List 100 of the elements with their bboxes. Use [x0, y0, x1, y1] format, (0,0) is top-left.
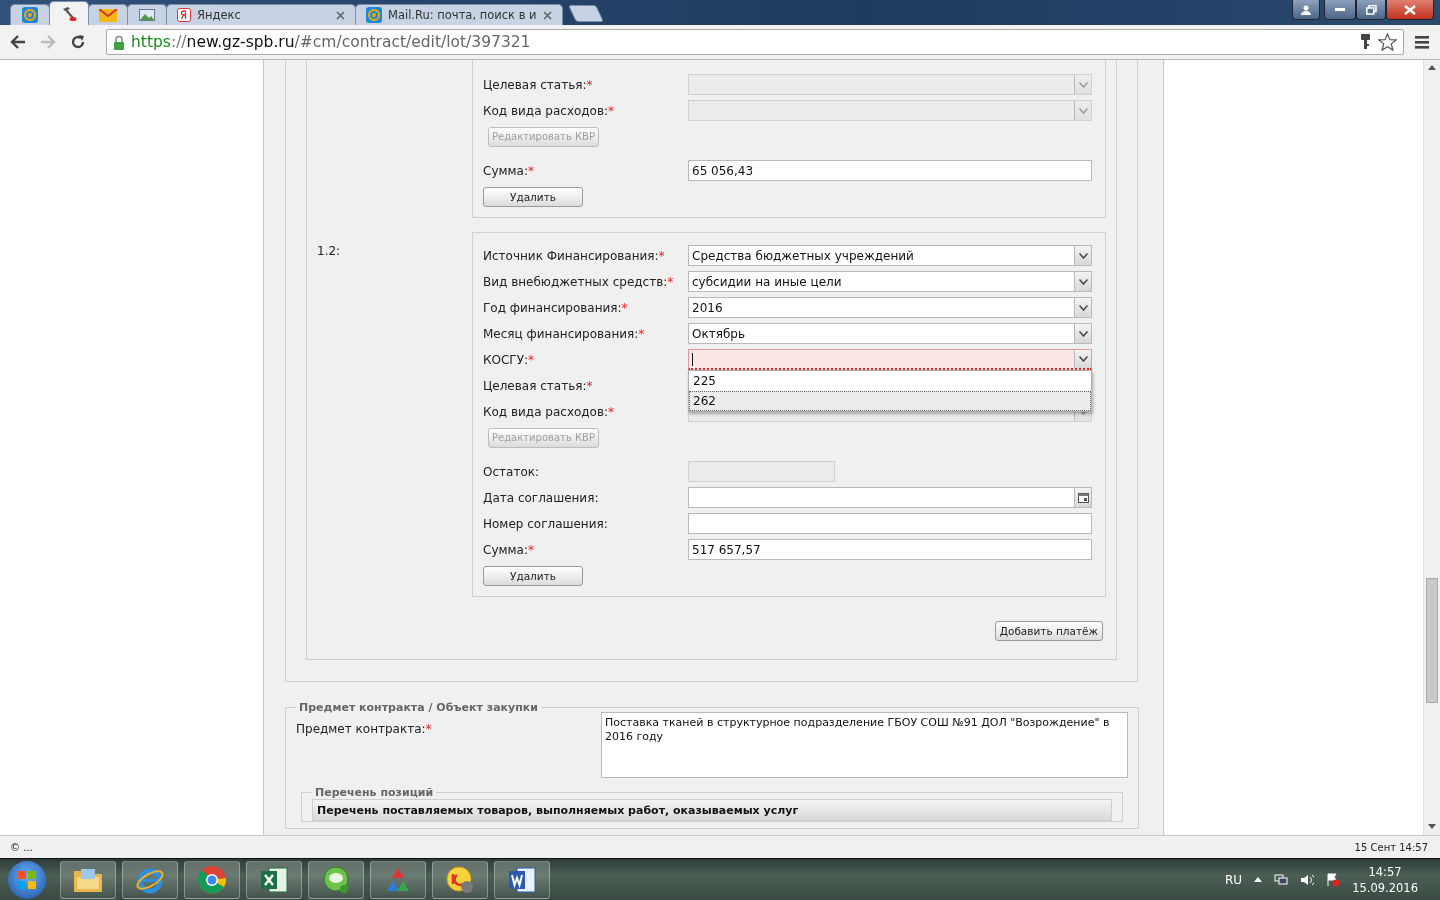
url-text: https://new.gz-spb.ru/#cm/contract/edit/lot/397321: [131, 33, 531, 51]
required-mark: *: [658, 248, 665, 263]
browser-tab[interactable]: [88, 4, 128, 25]
delete-button[interactable]: Удалить: [483, 566, 583, 586]
caret-icon: [1078, 81, 1088, 88]
select-field[interactable]: субсидии на иные цели: [688, 271, 1092, 292]
dropdown-button[interactable]: [1074, 246, 1091, 265]
folder-icon: [73, 866, 103, 893]
input-field[interactable]: 517 657,57: [688, 539, 1092, 560]
dropdown-button[interactable]: [1074, 350, 1091, 368]
scroll-down-icon[interactable]: [1428, 824, 1436, 830]
taskbar-button[interactable]: [246, 860, 302, 899]
star-icon[interactable]: [1378, 33, 1397, 51]
field-label: Остаток:: [483, 464, 539, 479]
taskbar-button[interactable]: [432, 860, 488, 899]
person-icon: [1301, 4, 1311, 15]
add-payment-button[interactable]: Добавить платёж: [994, 621, 1103, 641]
field-label: Код вида расходов:: [483, 103, 609, 118]
taskbar-button[interactable]: [494, 860, 550, 899]
select-field[interactable]: Октябрь: [688, 323, 1092, 344]
caret-icon: [1078, 107, 1088, 114]
browser-tab[interactable]: Яндекс: [166, 4, 356, 25]
dropdown-button[interactable]: [1074, 272, 1091, 291]
wheel-logo-icon: [197, 864, 227, 895]
select-field[interactable]: [688, 349, 1092, 370]
language-indicator[interactable]: RU: [1225, 872, 1243, 887]
required-mark: *: [528, 163, 534, 178]
taskbar-button[interactable]: [184, 860, 240, 899]
input-field[interactable]: 65 056,43: [688, 160, 1092, 181]
required-mark: *: [608, 103, 615, 118]
scroll-thumb[interactable]: [1426, 578, 1438, 703]
close-button[interactable]: [1386, 0, 1434, 20]
spreadsheet-icon: [259, 864, 289, 895]
required-mark: *: [621, 300, 628, 315]
calendar-button[interactable]: [1074, 488, 1091, 507]
field-label: Источник Финансирования:: [483, 248, 659, 263]
caret-icon: [1078, 252, 1088, 259]
new-tab-button[interactable]: [567, 5, 604, 22]
field-label: Код вида расходов:: [483, 404, 609, 419]
restore-button[interactable]: [1356, 0, 1386, 20]
dropdown-option[interactable]: 225: [689, 371, 1091, 391]
payment-number: 1.2:: [317, 244, 341, 258]
caret-icon: [1078, 304, 1088, 311]
tray-arrow-icon[interactable]: [1254, 877, 1263, 882]
lock-icon: [113, 34, 125, 50]
scroll-up-icon[interactable]: [1428, 64, 1436, 70]
at-sign-icon: [366, 7, 382, 23]
select-field[interactable]: Средства бюджетных учреждений: [688, 245, 1092, 266]
field-label: Целевая статья:: [483, 378, 587, 393]
windows-logo-icon: [18, 870, 36, 889]
delete-button[interactable]: Удалить: [483, 187, 583, 207]
key-icon[interactable]: [1361, 34, 1370, 50]
back-arrow-icon: [10, 35, 26, 49]
caret-icon: [1078, 330, 1088, 337]
close-icon[interactable]: [336, 10, 345, 20]
dropdown-button[interactable]: [1074, 298, 1091, 317]
table-header: Перечень поставляемых товаров, выполняемых работ, оказываемых услуг: [312, 799, 1112, 821]
taskbar-button[interactable]: [60, 860, 116, 899]
flag-icon[interactable]: [1326, 872, 1341, 887]
dropdown-button[interactable]: [1074, 324, 1091, 343]
required-mark: *: [586, 378, 593, 393]
menu-icon: [1415, 35, 1429, 49]
date-field[interactable]: [688, 487, 1092, 508]
taskbar-button[interactable]: [308, 860, 364, 899]
caret-icon: [1078, 356, 1088, 362]
address-bar[interactable]: https://new.gz-spb.ru/#cm/contract/edit/lot/397321: [106, 29, 1404, 55]
chat-bubble-icon: [321, 864, 351, 895]
required-mark: *: [586, 77, 593, 92]
reload-icon: [70, 34, 86, 50]
text-area[interactable]: Поставка тканей в структурное подразделение ГБОУ СОШ №91 ДОЛ "Возрождение" в 2016 году: [601, 712, 1128, 778]
hammer-icon: [61, 5, 77, 22]
browser-tab[interactable]: [127, 4, 167, 25]
close-icon[interactable]: [542, 10, 552, 20]
dropdown-option[interactable]: 262: [689, 391, 1091, 411]
taskbar-button[interactable]: [122, 860, 178, 899]
profile-button[interactable]: [1292, 0, 1320, 20]
field-label: Сумма:: [483, 542, 528, 557]
field-label: Год финансирования:: [483, 300, 622, 315]
favicon-icon: [177, 8, 191, 22]
minimize-button[interactable]: [1324, 0, 1356, 20]
speaker-icon[interactable]: [1300, 873, 1315, 886]
select-field[interactable]: 2016: [688, 297, 1092, 318]
field-label: Предмет контракта:: [296, 722, 426, 736]
clock[interactable]: 14:57 15.09.2016: [1352, 863, 1418, 896]
calendar-icon: [1077, 492, 1089, 503]
taskbar-button[interactable]: [370, 860, 426, 899]
field-label: Месяц финансирования:: [483, 326, 639, 341]
start-button[interactable]: [8, 860, 46, 899]
browser-tab[interactable]: Mail.Ru: почта, поиск в и: [355, 4, 563, 25]
image-icon: [139, 9, 155, 21]
restore-icon: [1365, 4, 1377, 15]
browser-tab[interactable]: [49, 1, 89, 25]
envelope-icon: [99, 8, 117, 22]
status-text: © ...: [10, 841, 33, 853]
input-field[interactable]: [688, 513, 1092, 534]
required-mark: *: [667, 274, 674, 289]
scrollbar[interactable]: [1423, 60, 1440, 835]
field-label: Целевая статья:: [483, 77, 587, 92]
network-icon[interactable]: [1274, 873, 1289, 886]
at-sign-icon: [22, 7, 38, 23]
